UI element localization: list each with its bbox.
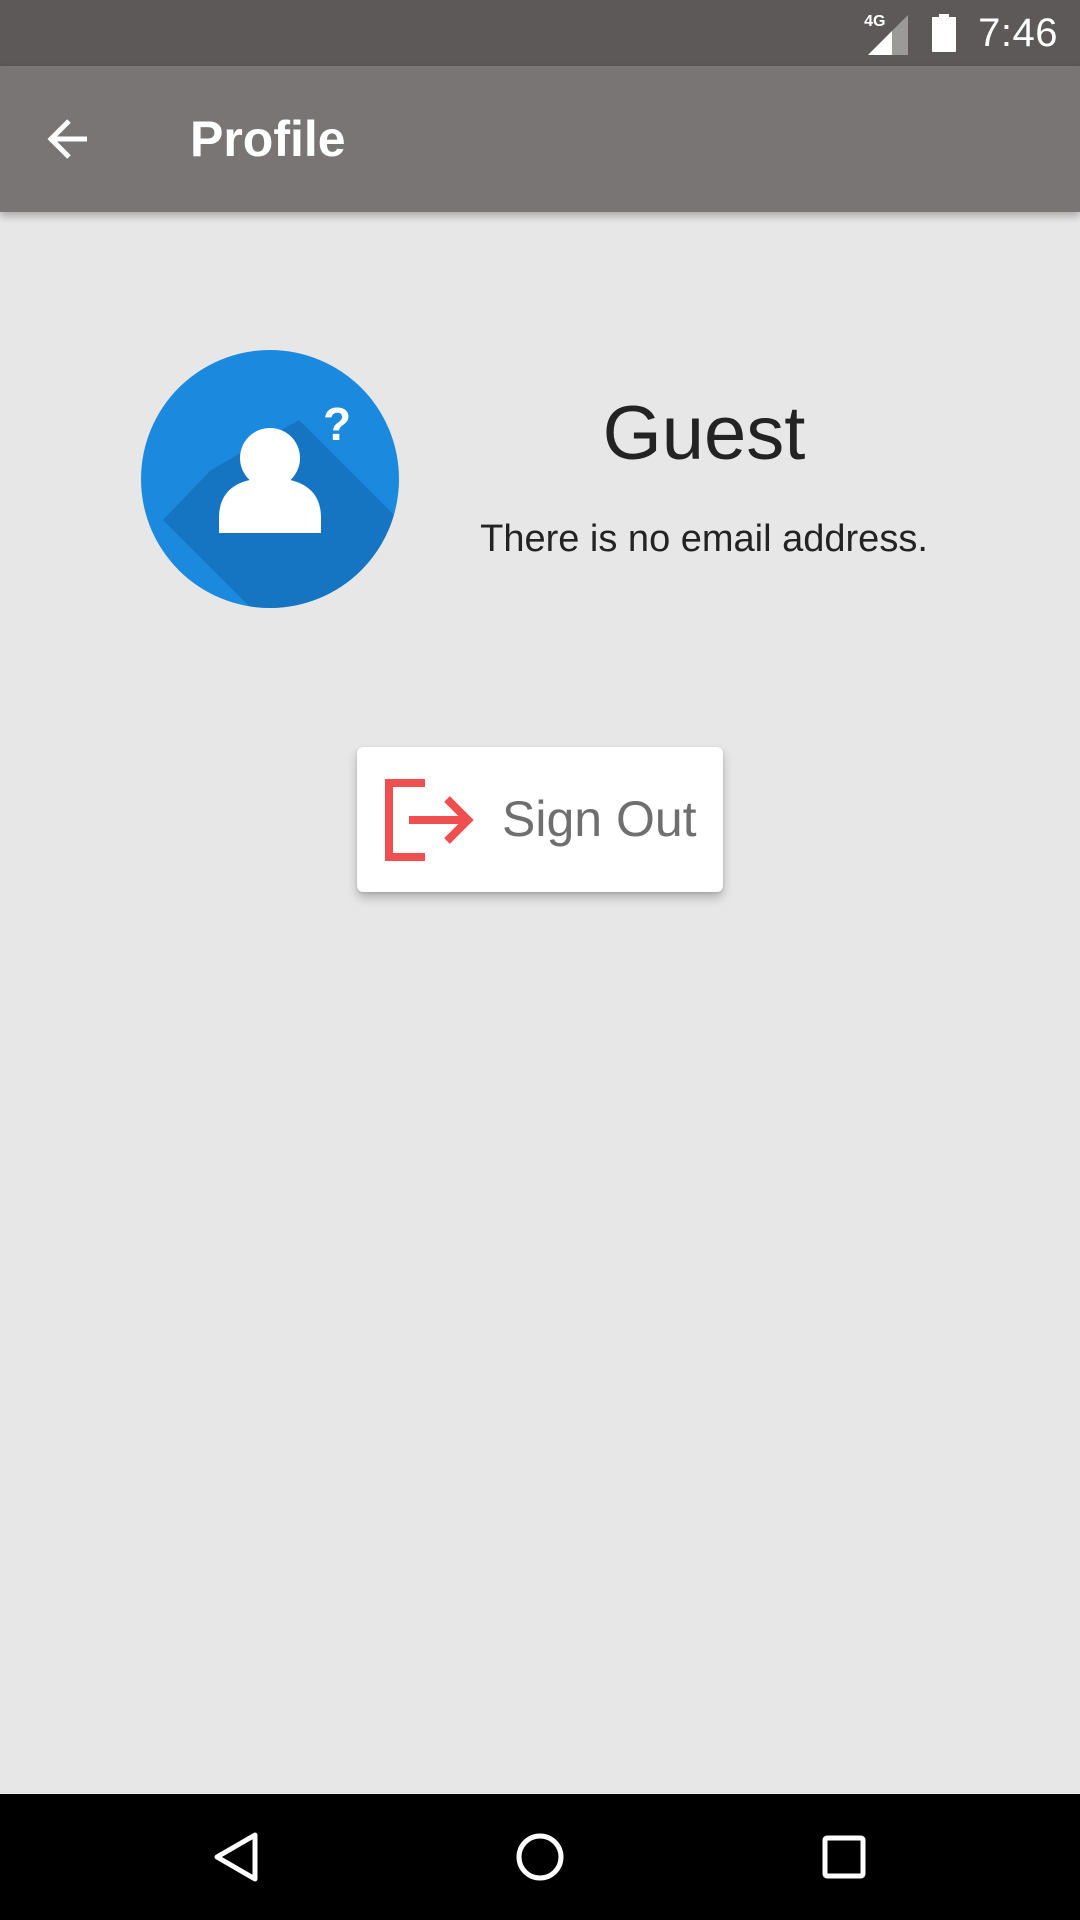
status-bar: 4G 7:46 bbox=[0, 0, 1080, 66]
nav-back-button[interactable] bbox=[197, 1817, 277, 1897]
navigation-bar bbox=[0, 1794, 1080, 1920]
nav-recents-icon bbox=[822, 1835, 866, 1879]
sign-out-icon bbox=[385, 779, 474, 861]
signal-indicator: 4G bbox=[864, 9, 912, 57]
profile-name: Guest bbox=[602, 391, 806, 476]
app-bar: Profile bbox=[0, 66, 1080, 212]
page-title: Profile bbox=[190, 111, 346, 167]
profile-email: There is no email address. bbox=[480, 518, 928, 560]
svg-text:?: ? bbox=[323, 398, 351, 450]
sign-out-label: Sign Out bbox=[502, 791, 697, 847]
nav-home-icon bbox=[516, 1833, 564, 1881]
arrow-back-icon bbox=[47, 119, 87, 159]
sign-out-button[interactable]: Sign Out bbox=[357, 747, 723, 892]
status-icons: 4G 7:46 bbox=[864, 0, 1058, 66]
back-button[interactable] bbox=[32, 103, 104, 175]
nav-back-icon bbox=[214, 1832, 258, 1882]
nav-recents-button[interactable] bbox=[804, 1817, 884, 1897]
network-type-label: 4G bbox=[864, 13, 886, 30]
unknown-user-icon: ? bbox=[141, 350, 399, 608]
nav-home-button[interactable] bbox=[500, 1817, 580, 1897]
clock: 7:46 bbox=[978, 10, 1058, 55]
battery-icon bbox=[932, 14, 957, 52]
profile-screen: 4G 7:46 Profile ? Guest There is no emai… bbox=[0, 0, 1080, 1920]
